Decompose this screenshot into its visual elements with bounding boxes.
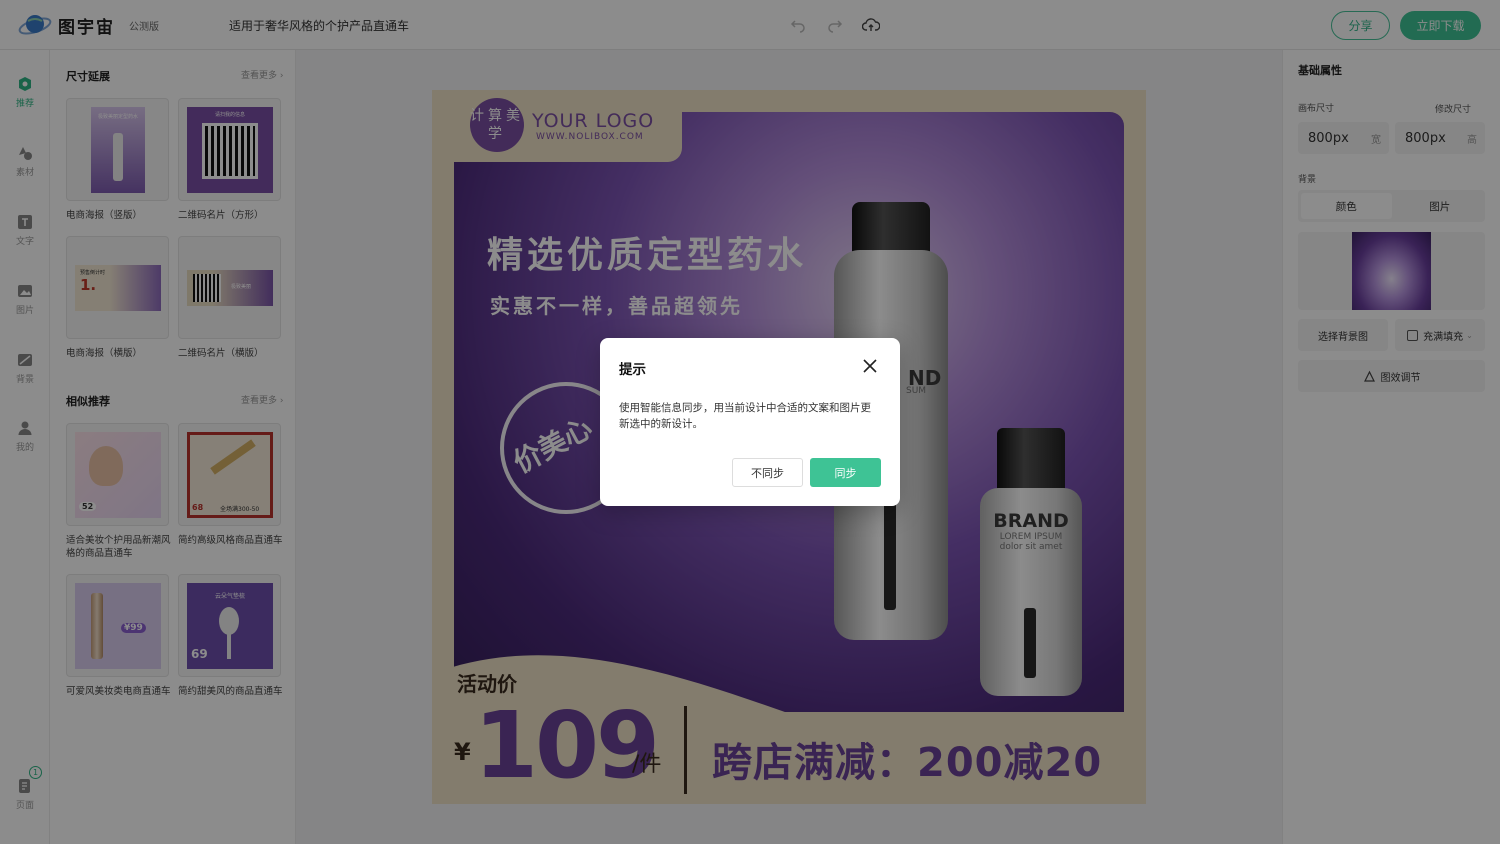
sync-dialog: 提示 使用智能信息同步，用当前设计中合适的文案和图片更新选中的新设计。 不同步 … — [600, 338, 900, 506]
dialog-message: 使用智能信息同步，用当前设计中合适的文案和图片更新选中的新设计。 — [619, 402, 871, 430]
app-window: 图宇宙 公测版 适用于奢华风格的个护产品直通车 分享 立即下载 推荐 素材 文字 — [0, 0, 1500, 844]
close-icon[interactable] — [862, 358, 878, 374]
sync-button[interactable]: 同步 — [810, 458, 881, 487]
dont-sync-button[interactable]: 不同步 — [732, 458, 803, 487]
dialog-title: 提示 — [619, 362, 646, 378]
